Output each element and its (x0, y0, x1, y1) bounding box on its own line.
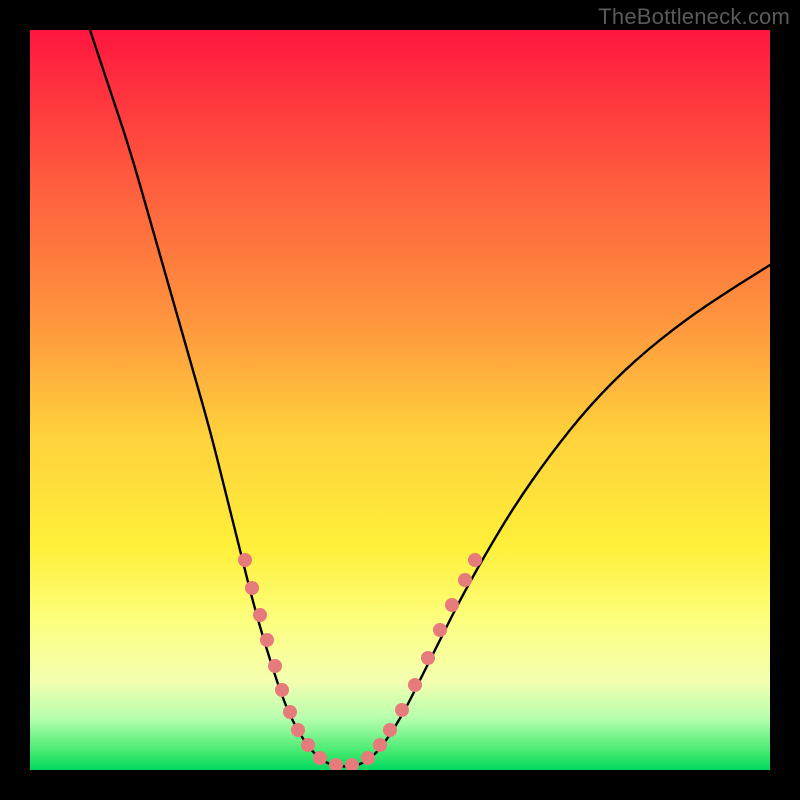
dot (238, 553, 252, 567)
dot (395, 703, 409, 717)
dot (283, 705, 297, 719)
dot (329, 758, 343, 770)
dot (253, 608, 267, 622)
dot (291, 723, 305, 737)
dot (275, 683, 289, 697)
dot (260, 633, 274, 647)
dot (468, 553, 482, 567)
dot (383, 723, 397, 737)
curve-svg (30, 30, 770, 770)
dot (301, 738, 315, 752)
watermark-text: TheBottleneck.com (598, 4, 790, 30)
dot (313, 751, 327, 765)
dots-group (238, 553, 482, 770)
dot (408, 678, 422, 692)
dot (361, 751, 375, 765)
dot (433, 623, 447, 637)
chart-frame: TheBottleneck.com (0, 0, 800, 800)
plot-area (30, 30, 770, 770)
dot (421, 651, 435, 665)
dot (445, 598, 459, 612)
dot (373, 738, 387, 752)
dot (458, 573, 472, 587)
dot (268, 659, 282, 673)
dot (345, 758, 359, 770)
dot (245, 581, 259, 595)
